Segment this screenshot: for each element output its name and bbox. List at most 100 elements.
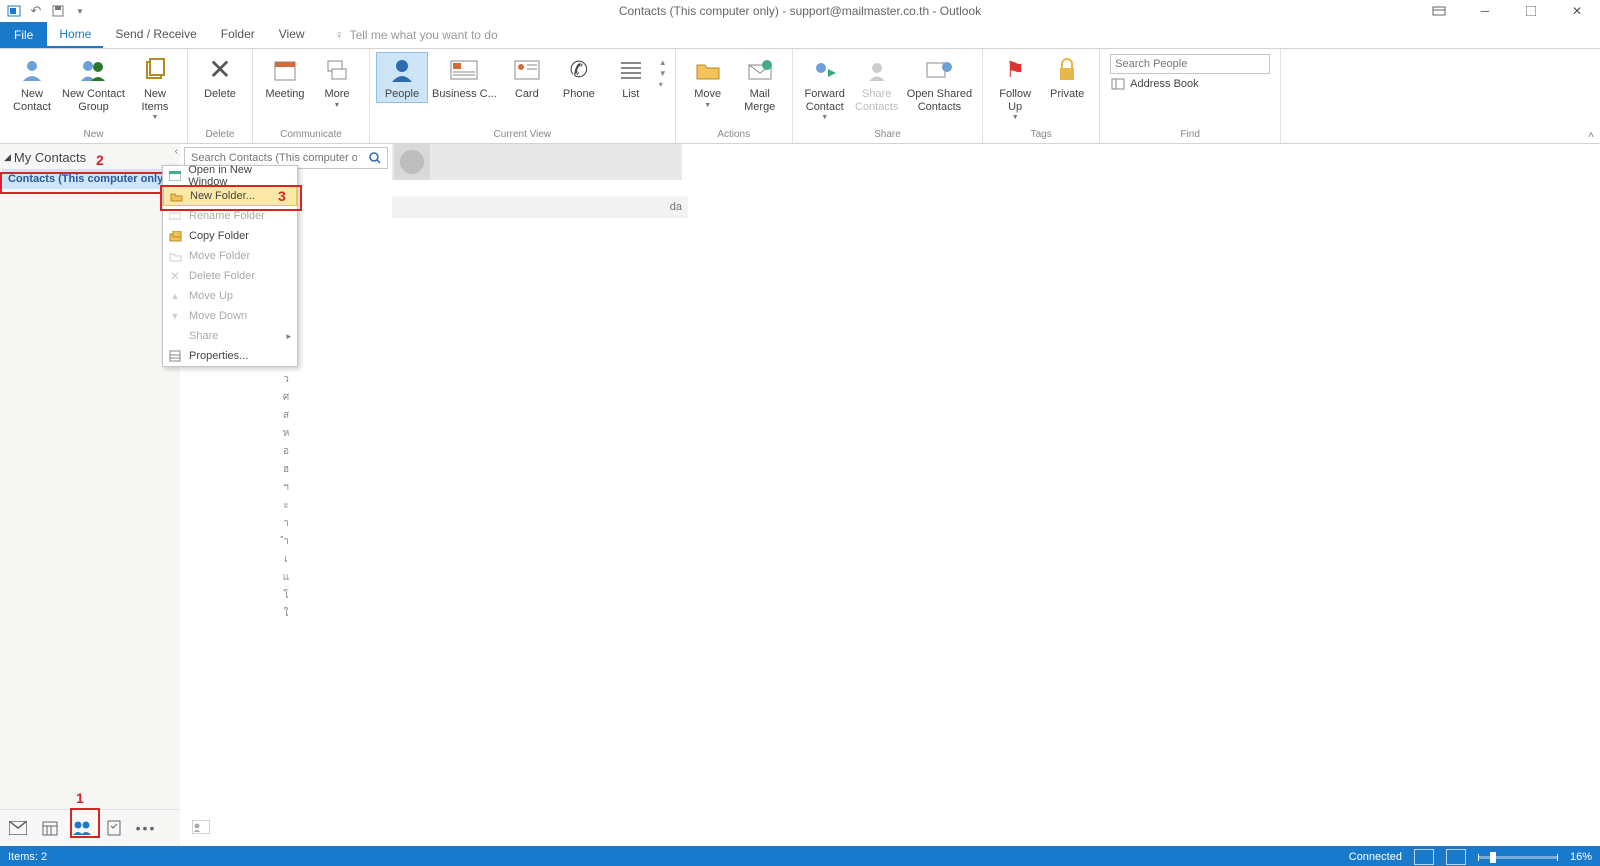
ribbon-group-find: Address Book Find bbox=[1100, 49, 1281, 143]
tab-home[interactable]: Home bbox=[47, 22, 103, 48]
tab-file[interactable]: File bbox=[0, 22, 47, 48]
delete-button[interactable]: ✕ Delete bbox=[194, 52, 246, 101]
up-arrow-icon: ▲ bbox=[167, 288, 183, 304]
nav-tasks-icon[interactable] bbox=[98, 812, 130, 844]
nav-calendar-icon[interactable] bbox=[34, 812, 66, 844]
index-letter[interactable]: ำ bbox=[283, 534, 289, 548]
view-list-button[interactable]: List bbox=[605, 52, 657, 101]
ctx-move-folder: Move Folder bbox=[163, 246, 297, 266]
more-label: More bbox=[324, 88, 349, 101]
index-letter[interactable]: ฯ bbox=[283, 480, 289, 494]
address-book-button[interactable]: Address Book bbox=[1110, 76, 1270, 92]
new-items-button[interactable]: New Items ▼ bbox=[129, 52, 181, 122]
share-contacts-button[interactable]: Share Contacts bbox=[851, 52, 903, 113]
group-tags-label: Tags bbox=[1031, 128, 1052, 143]
ctx-new-folder[interactable]: New Folder... bbox=[163, 186, 297, 206]
qat-dropdown-icon[interactable]: ▼ bbox=[72, 3, 88, 19]
meeting-button[interactable]: Meeting bbox=[259, 52, 311, 101]
index-letter[interactable]: ว bbox=[283, 372, 289, 386]
avatar bbox=[394, 144, 430, 180]
nav-more-icon[interactable]: ••• bbox=[130, 812, 162, 844]
new-contact-button[interactable]: New Contact bbox=[6, 52, 58, 113]
outlook-icon bbox=[6, 3, 22, 19]
my-contacts-header[interactable]: ◢ My Contacts bbox=[0, 144, 180, 169]
ctx-share: Share ▸ bbox=[163, 326, 297, 346]
ctx-open-new-window[interactable]: Open in New Window bbox=[163, 166, 297, 186]
index-letter[interactable]: แ bbox=[283, 570, 289, 584]
folder-move-icon bbox=[692, 54, 724, 86]
view-phone-button[interactable]: ✆ Phone bbox=[553, 52, 605, 101]
mail-merge-label: Mail Merge bbox=[744, 88, 775, 113]
nav-people-icon[interactable] bbox=[66, 812, 98, 844]
tell-me-search[interactable]: ♀ Tell me what you want to do bbox=[335, 22, 498, 48]
delete-folder-icon: ✕ bbox=[167, 268, 183, 284]
quick-access-toolbar: ↶ ▼ bbox=[0, 3, 88, 19]
index-letter[interactable]: เ bbox=[284, 552, 287, 566]
search-icon[interactable] bbox=[363, 152, 387, 164]
folder-pane: ‹ ◢ My Contacts Contacts (This computer … bbox=[0, 144, 180, 846]
new-contact-group-button[interactable]: New Contact Group bbox=[58, 52, 129, 113]
maximize-button[interactable] bbox=[1508, 0, 1554, 22]
index-letter[interactable]: ศ bbox=[283, 390, 289, 404]
index-letter[interactable]: โ bbox=[283, 588, 288, 602]
ctx-rename-folder-label: Rename Folder bbox=[189, 210, 265, 222]
sidebar-folder-contacts[interactable]: Contacts (This computer only) bbox=[2, 169, 178, 189]
index-letter[interactable]: ฮ bbox=[283, 462, 289, 476]
contact-row[interactable]: da bbox=[392, 196, 688, 218]
delete-label: Delete bbox=[204, 88, 236, 101]
view-phone-label: Phone bbox=[563, 88, 595, 101]
content-area: da bbox=[392, 144, 1600, 846]
close-button[interactable]: ✕ bbox=[1554, 0, 1600, 22]
ribbon-display-icon[interactable] bbox=[1416, 0, 1462, 22]
collapse-folder-pane-icon[interactable]: ‹ bbox=[175, 146, 178, 157]
view-people-button[interactable]: People bbox=[376, 52, 428, 103]
index-letter[interactable]: ห bbox=[283, 426, 290, 440]
forward-icon bbox=[809, 54, 841, 86]
view-card-button[interactable]: Card bbox=[501, 52, 553, 101]
index-letter[interactable]: อ bbox=[283, 444, 289, 458]
search-people-input[interactable] bbox=[1110, 54, 1270, 74]
undo-icon[interactable]: ↶ bbox=[28, 3, 44, 19]
ctx-copy-folder[interactable]: Copy Folder bbox=[163, 226, 297, 246]
bottom-person-card-icon[interactable] bbox=[192, 820, 210, 834]
view-business-card-label: Business C... bbox=[432, 88, 497, 101]
view-reading-icon[interactable] bbox=[1446, 849, 1466, 865]
share-contacts-icon bbox=[861, 54, 893, 86]
new-contact-label: New Contact bbox=[13, 88, 51, 113]
group-find-label: Find bbox=[1180, 128, 1199, 143]
search-contacts-input[interactable] bbox=[185, 152, 363, 164]
properties-icon bbox=[167, 348, 183, 364]
move-button[interactable]: Move ▼ bbox=[682, 52, 734, 110]
list-icon bbox=[615, 54, 647, 86]
title-bar: ↶ ▼ Contacts (This computer only) - supp… bbox=[0, 0, 1600, 22]
index-letter[interactable]: า bbox=[283, 516, 289, 530]
index-letter[interactable]: ส bbox=[283, 408, 289, 422]
chevron-down-icon: ▼ bbox=[1012, 114, 1019, 122]
window-icon bbox=[167, 168, 182, 184]
view-gallery-scroll[interactable]: ▲ ▼ ▾ bbox=[657, 52, 669, 95]
tab-view[interactable]: View bbox=[267, 22, 317, 48]
zoom-slider[interactable] bbox=[1478, 856, 1558, 859]
index-letter[interactable]: ะ bbox=[283, 498, 288, 512]
collapse-ribbon-icon[interactable]: ˄ bbox=[1588, 130, 1594, 141]
save-icon[interactable] bbox=[50, 3, 66, 19]
ctx-properties[interactable]: Properties... bbox=[163, 346, 297, 366]
ctx-rename-folder: Rename Folder bbox=[163, 206, 297, 226]
tab-folder[interactable]: Folder bbox=[209, 22, 267, 48]
mail-merge-button[interactable]: Mail Merge bbox=[734, 52, 786, 113]
view-business-card-button[interactable]: Business C... bbox=[428, 52, 501, 101]
tab-send-receive[interactable]: Send / Receive bbox=[103, 22, 208, 48]
forward-contact-button[interactable]: Forward Contact ▼ bbox=[799, 52, 851, 122]
view-normal-icon[interactable] bbox=[1414, 849, 1434, 865]
open-shared-contacts-button[interactable]: Open Shared Contacts bbox=[903, 52, 976, 113]
nav-mail-icon[interactable] bbox=[2, 812, 34, 844]
rename-icon bbox=[167, 208, 183, 224]
new-items-label: New Items bbox=[142, 88, 169, 113]
index-letter[interactable]: ใ bbox=[284, 606, 289, 620]
follow-up-button[interactable]: ⚑ Follow Up ▼ bbox=[989, 52, 1041, 122]
minimize-button[interactable]: ─ bbox=[1462, 0, 1508, 22]
more-button[interactable]: More ▼ bbox=[311, 52, 363, 110]
chevron-down-icon: ▼ bbox=[334, 102, 341, 110]
ctx-properties-label: Properties... bbox=[189, 350, 248, 362]
private-button[interactable]: Private bbox=[1041, 52, 1093, 101]
